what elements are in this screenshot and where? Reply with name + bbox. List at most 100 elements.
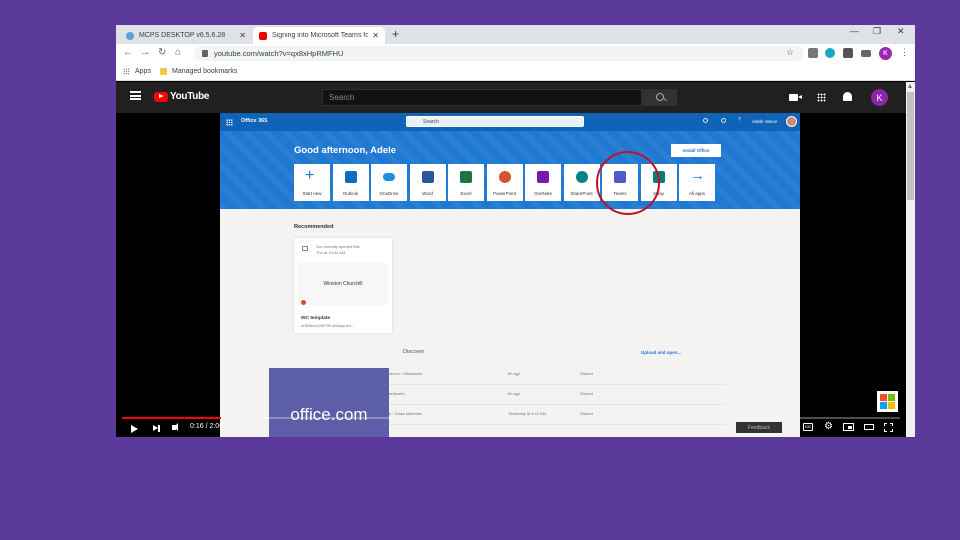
app-label: OneNote: [533, 191, 552, 196]
video-time: 0:16 / 2:06: [190, 423, 224, 430]
back-icon[interactable]: ←: [123, 47, 133, 58]
app-tile-sharepoint: SharePoint: [563, 164, 600, 201]
office-user-avatar: [786, 116, 797, 127]
profile-avatar[interactable]: K: [879, 47, 892, 60]
onedrive-icon: [383, 173, 395, 181]
search-button[interactable]: [642, 89, 677, 106]
youtube-play-icon: [154, 91, 168, 102]
close-tab-icon[interactable]: ✕: [372, 31, 379, 40]
extension-icon[interactable]: [808, 48, 818, 58]
url-text: youtube.com/watch?v=qx8xHpRMFHU: [214, 49, 344, 58]
app-tile-start-new: + Start new: [294, 164, 330, 201]
fs-corner: [884, 423, 887, 426]
apps-grid-icon: [123, 68, 130, 75]
tab-signing-teams[interactable]: Signing into Microsoft Teams for ✕: [253, 27, 385, 44]
office-brand: Office 365: [241, 118, 268, 124]
app-label: OneDrive: [379, 191, 399, 196]
app-tile-onenote: OneNote: [525, 164, 561, 201]
office-search-box: Search: [406, 116, 584, 127]
folder-icon: [160, 68, 167, 75]
bookmark-label: Apps: [135, 68, 151, 75]
upload-and-open-link: Upload and open...: [641, 350, 682, 355]
notifications-bell-icon[interactable]: [843, 92, 852, 101]
hamburger-menu-icon[interactable]: [130, 91, 141, 100]
tab-strip: MCPS DESKTOP v6.5.6.28 ✕ Signing into Mi…: [116, 25, 915, 44]
word-icon: [421, 171, 434, 183]
arrow-right-icon: →: [690, 167, 705, 184]
close-tab-icon[interactable]: ✕: [239, 31, 246, 40]
media-icon[interactable]: [861, 50, 871, 57]
reload-icon[interactable]: ↻: [158, 47, 166, 58]
scrollbar-thumb[interactable]: [907, 92, 914, 200]
minimize-icon[interactable]: —: [850, 26, 859, 36]
theater-mode-icon[interactable]: [864, 424, 874, 430]
miniplayer-icon[interactable]: [843, 423, 854, 431]
app-label: Word: [422, 191, 433, 196]
card-file-name: WC template: [301, 316, 331, 321]
office-user-name: Adele Vance: [752, 119, 778, 124]
file-list: ualScience › SiteAssets 6h ago Shared s …: [380, 365, 726, 425]
subtitles-icon[interactable]: CC: [803, 423, 813, 431]
logo-square-red: [880, 394, 887, 401]
app-label: SharePoint: [570, 191, 593, 196]
youtube-header: YouTube Search K: [116, 82, 906, 113]
apps-grid-icon[interactable]: [817, 93, 826, 102]
volume-icon[interactable]: [172, 423, 178, 431]
app-tile-onedrive: OneDrive: [371, 164, 407, 201]
browser-toolbar: ← → ↻ ⌂ youtube.com/watch?v=qx8xHpRMFHU …: [116, 44, 915, 64]
card-meta: You recently opened this Thu at 10:44 AM: [316, 244, 360, 256]
youtube-avatar[interactable]: K: [871, 89, 888, 106]
address-bar[interactable]: youtube.com/watch?v=qx8xHpRMFHU: [194, 46, 804, 61]
close-window-icon[interactable]: ✕: [897, 26, 905, 37]
feedback-button[interactable]: Feedback: [736, 422, 782, 433]
extension-icon[interactable]: [825, 48, 835, 58]
app-label: Excel: [460, 191, 472, 196]
next-video-icon[interactable]: [153, 424, 160, 432]
forward-icon[interactable]: →: [140, 47, 150, 58]
document-preview: Winston Churchill: [298, 263, 388, 305]
restore-icon[interactable]: ❐: [873, 26, 881, 37]
file-time: 6h ago: [508, 391, 521, 396]
youtube-search-input[interactable]: Search: [322, 89, 642, 106]
logo-square-yellow: [888, 402, 895, 409]
fullscreen-icon[interactable]: [884, 423, 893, 432]
scroll-up-icon[interactable]: [908, 84, 912, 88]
app-tile-word: Word: [409, 164, 446, 201]
home-icon[interactable]: ⌂: [175, 47, 181, 58]
file-row: ualScience › SiteAssets 6h ago Shared: [380, 365, 726, 385]
teams-highlight-circle: [596, 151, 660, 215]
settings-gear-icon[interactable]: ⚙: [824, 422, 833, 432]
new-tab-button[interactable]: +: [392, 27, 399, 41]
create-video-icon[interactable]: [789, 94, 802, 101]
bookmark-managed[interactable]: Managed bookmarks: [160, 68, 237, 75]
tab-title: Signing into Microsoft Teams for: [272, 32, 369, 39]
tab-mcps-desktop[interactable]: MCPS DESKTOP v6.5.6.28 ✕: [120, 27, 252, 44]
page-scrollbar[interactable]: [906, 82, 915, 437]
bookmark-apps[interactable]: Apps: [123, 68, 151, 75]
settings-icon: [721, 118, 726, 123]
youtube-wordmark: YouTube: [170, 91, 210, 102]
youtube-icon: [259, 31, 267, 40]
fs-corner: [890, 423, 893, 426]
card-file-url: m365edu245790.sharepoint...: [301, 323, 355, 328]
video-progress-bar[interactable]: [122, 417, 900, 419]
menu-icon[interactable]: ⋮: [900, 47, 909, 58]
logo-square-green: [888, 394, 895, 401]
youtube-logo[interactable]: YouTube: [154, 91, 210, 102]
bookmark-star-icon[interactable]: ☆: [786, 47, 794, 58]
video-player[interactable]: Office 365 Search ? Adele Vance Good aft…: [116, 113, 906, 437]
powerpoint-icon: [498, 171, 511, 183]
discover-tab: Discover: [403, 349, 425, 355]
app-tile-all-apps: → All apps: [679, 164, 715, 201]
app-tile-powerpoint: PowerPoint: [486, 164, 523, 201]
play-icon[interactable]: [131, 425, 138, 433]
logo-square-blue: [880, 402, 887, 409]
app-label: Outlook: [342, 191, 359, 196]
outlook-icon: [344, 171, 357, 183]
bell-icon: [703, 118, 708, 123]
puzzle-icon[interactable]: [843, 48, 853, 58]
powerpoint-icon: [301, 300, 306, 305]
help-icon: ?: [738, 117, 741, 123]
video-progress-fill: [122, 417, 221, 419]
excel-icon: [460, 171, 472, 183]
